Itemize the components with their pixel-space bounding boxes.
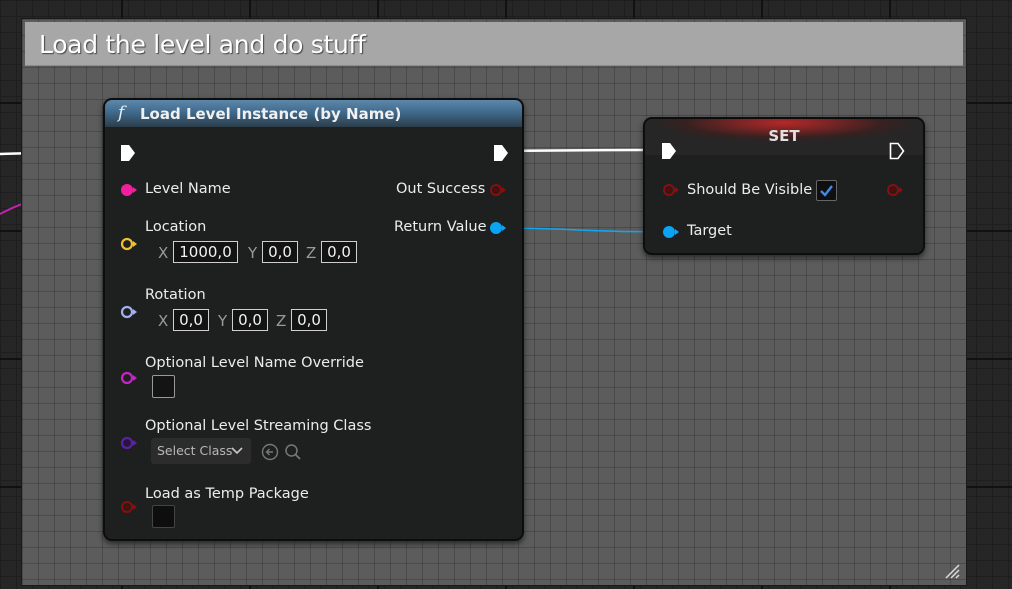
exec-wire-between — [509, 148, 663, 153]
browse-search-icon[interactable] — [284, 443, 302, 461]
select-class-value: Select Class — [157, 443, 233, 458]
out-success-pin-icon[interactable] — [489, 183, 507, 197]
exec-in-pin-icon[interactable] — [120, 144, 136, 162]
chevron-down-icon — [231, 447, 243, 455]
rotation-y-input[interactable]: 0,0 — [232, 309, 268, 331]
should-be-visible-label: Should Be Visible — [687, 182, 813, 198]
temp-package-checkbox[interactable] — [152, 505, 175, 528]
check-icon — [820, 185, 833, 197]
streaming-class-pin-icon[interactable] — [120, 436, 138, 450]
level-name-pin-icon[interactable] — [120, 183, 138, 197]
level-name-override-label: Optional Level Name Override — [145, 355, 364, 371]
level-name-override-field[interactable] — [152, 375, 175, 398]
location-label: Location — [145, 219, 207, 235]
set-exec-in-pin-icon[interactable] — [661, 142, 677, 160]
select-class-dropdown[interactable]: Select Class — [151, 438, 251, 464]
should-be-visible-checkbox[interactable] — [816, 180, 837, 201]
level-name-label: Level Name — [145, 181, 231, 197]
location-z-input[interactable]: 0,0 — [321, 241, 357, 263]
location-y-axis: Y — [248, 244, 258, 262]
rotation-z-axis: Z — [276, 312, 287, 330]
return-value-pin-icon[interactable] — [489, 221, 507, 235]
out-success-label: Out Success — [396, 181, 486, 197]
temp-package-pin-icon[interactable] — [120, 500, 138, 514]
return-value-label: Return Value — [394, 219, 487, 235]
target-label: Target — [687, 223, 732, 239]
streaming-class-label: Optional Level Streaming Class — [145, 418, 372, 434]
temp-package-label: Load as Temp Package — [145, 486, 309, 502]
use-selected-icon[interactable] — [261, 443, 279, 461]
location-pin-icon[interactable] — [120, 237, 138, 251]
set-exec-out-pin-icon[interactable] — [889, 142, 905, 160]
should-be-visible-pin-icon[interactable] — [662, 183, 680, 197]
should-be-visible-out-pin-icon[interactable] — [886, 183, 904, 197]
load-level-instance-node[interactable]: f Load Level Instance (by Name) Level Na… — [103, 98, 524, 541]
rotation-y-axis: Y — [218, 312, 228, 330]
location-x-axis: X — [158, 244, 169, 262]
rotation-pin-icon[interactable] — [120, 305, 138, 319]
exec-out-pin-icon[interactable] — [493, 144, 509, 162]
function-icon: f — [118, 103, 125, 123]
location-y-input[interactable]: 0,0 — [262, 241, 298, 263]
set-node-title: SET — [768, 127, 800, 145]
set-node-header[interactable]: SET — [645, 119, 923, 155]
load-node-title: Load Level Instance (by Name) — [140, 105, 402, 123]
rotation-x-input[interactable]: 0,0 — [173, 309, 209, 331]
load-node-header[interactable]: f Load Level Instance (by Name) — [105, 100, 522, 127]
level-name-override-pin-icon[interactable] — [120, 371, 138, 385]
target-pin-icon[interactable] — [662, 225, 680, 239]
location-x-input[interactable]: 1000,0 — [173, 241, 238, 263]
location-z-axis: Z — [306, 244, 317, 262]
set-node[interactable]: SET Should Be Visible Target — [643, 117, 925, 255]
object-wire — [499, 227, 666, 233]
rotation-z-input[interactable]: 0,0 — [291, 309, 327, 331]
rotation-x-axis: X — [158, 312, 169, 330]
rotation-label: Rotation — [145, 287, 206, 303]
